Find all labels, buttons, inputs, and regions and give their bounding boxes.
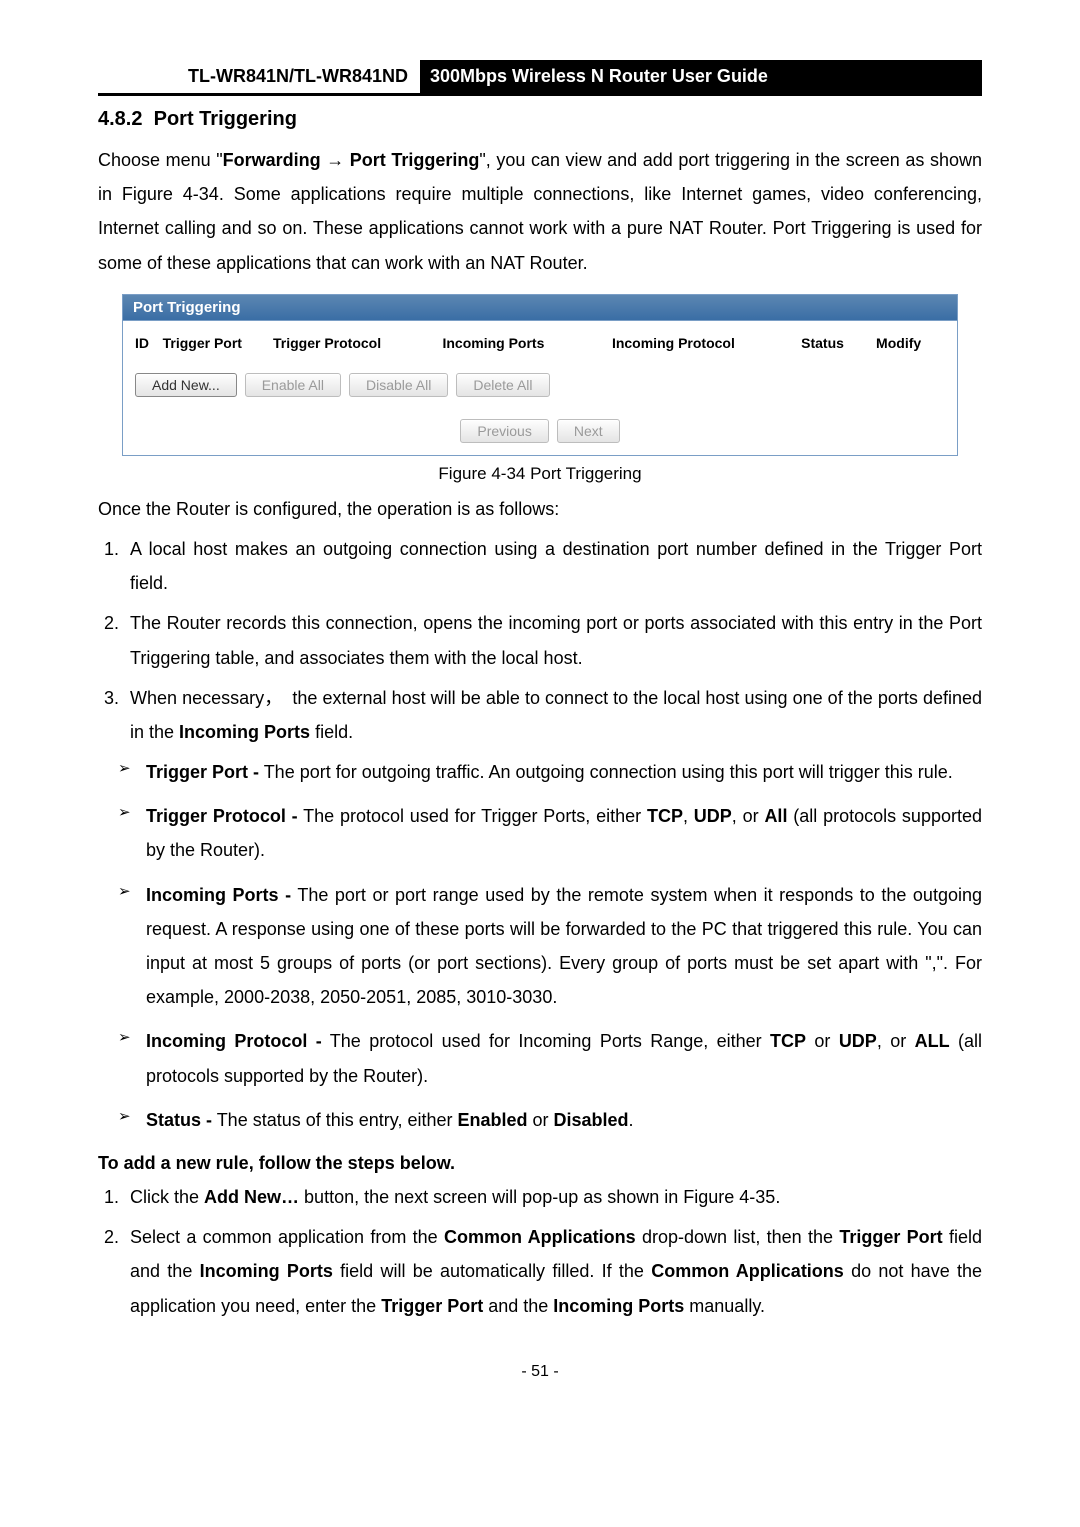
def-trigger-port: The port for outgoing traffic. An outgoi…: [259, 762, 953, 782]
add-new-button[interactable]: Add New...: [135, 373, 237, 397]
def-st-b2: Disabled: [554, 1110, 629, 1130]
term-incoming-protocol: Incoming Protocol -: [146, 1031, 322, 1051]
s1c: button, the next screen will pop-up as s…: [299, 1187, 780, 1207]
intro-paragraph: Choose menu "Forwarding → Port Triggerin…: [98, 143, 982, 280]
s2h: Common Applications: [651, 1261, 844, 1281]
col-trigger-port: Trigger Port: [163, 335, 271, 351]
def-st-c2: .: [629, 1110, 634, 1130]
s1a: Click the: [130, 1187, 204, 1207]
add-rule-steps: Click the Add New… button, the next scre…: [98, 1180, 982, 1323]
def-ip-b2: UDP: [839, 1031, 877, 1051]
s2k: and the: [483, 1296, 553, 1316]
section-heading: 4.8.2 Port Triggering: [98, 108, 982, 131]
list-item: Select a common application from the Com…: [124, 1220, 982, 1323]
def-tp-c1: ,: [683, 806, 694, 826]
s2m: manually.: [684, 1296, 765, 1316]
section-number: 4.8.2: [98, 108, 142, 130]
def-ip-b1: TCP: [770, 1031, 806, 1051]
list-item: Trigger Port - The port for outgoing tra…: [124, 755, 982, 789]
list-item: Click the Add New… button, the next scre…: [124, 1180, 982, 1214]
def-tp-b2: UDP: [694, 806, 732, 826]
s2j: Trigger Port: [381, 1296, 483, 1316]
def-st-a: The status of this entry, either: [212, 1110, 457, 1130]
def-ip-b3: ALL: [915, 1031, 950, 1051]
field-definitions: Trigger Port - The port for outgoing tra…: [98, 755, 982, 1137]
panel-pager-row: Previous Next: [135, 419, 945, 443]
list-item: A local host makes an outgoing connectio…: [124, 532, 982, 600]
header-model: TL-WR841N/TL-WR841ND: [98, 60, 420, 93]
arrow-icon: →: [321, 150, 350, 170]
s2d: Trigger Port: [839, 1227, 942, 1247]
panel-title: Port Triggering: [123, 295, 957, 321]
col-status: Status: [801, 335, 874, 351]
previous-button[interactable]: Previous: [460, 419, 548, 443]
col-trigger-protocol: Trigger Protocol: [273, 335, 440, 351]
list-item: Status - The status of this entry, eithe…: [124, 1103, 982, 1137]
panel-button-row: Add New... Enable All Disable All Delete…: [135, 373, 945, 397]
col-incoming-protocol: Incoming Protocol: [612, 335, 799, 351]
s1b: Add New…: [204, 1187, 299, 1207]
page-header: TL-WR841N/TL-WR841ND 300Mbps Wireless N …: [98, 60, 982, 96]
list-item: The Router records this connection, open…: [124, 606, 982, 674]
document-page: TL-WR841N/TL-WR841ND 300Mbps Wireless N …: [0, 0, 1080, 1421]
s2g: field will be automatically filled. If t…: [333, 1261, 651, 1281]
def-tp-b1: TCP: [647, 806, 683, 826]
def-tp-b3: All: [764, 806, 787, 826]
panel-body: ID Trigger Port Trigger Protocol Incomin…: [123, 321, 957, 455]
col-modify: Modify: [876, 335, 945, 351]
def-tp-c2: , or: [732, 806, 765, 826]
add-rule-heading: To add a new rule, follow the steps belo…: [98, 1153, 982, 1174]
def-ip-a: The protocol used for Incoming Ports Ran…: [322, 1031, 770, 1051]
s2l: Incoming Ports: [553, 1296, 684, 1316]
operation-steps-list: A local host makes an outgoing connectio…: [98, 532, 982, 749]
def-ip-c2: , or: [877, 1031, 915, 1051]
delete-all-button[interactable]: Delete All: [456, 373, 549, 397]
s2c: drop-down list, then the: [636, 1227, 840, 1247]
def-st-b1: Enabled: [457, 1110, 527, 1130]
s2a: Select a common application from the: [130, 1227, 444, 1247]
disable-all-button[interactable]: Disable All: [349, 373, 448, 397]
intro-bold-forwarding: Forwarding: [223, 150, 321, 170]
after-panel-text: Once the Router is configured, the opera…: [98, 492, 982, 526]
col-incoming-ports: Incoming Ports: [442, 335, 609, 351]
list-item: Incoming Protocol - The protocol used fo…: [124, 1024, 982, 1092]
def-tp-a: The protocol used for Trigger Ports, eit…: [298, 806, 647, 826]
col-id: ID: [135, 335, 161, 351]
term-trigger-port: Trigger Port -: [146, 762, 259, 782]
term-trigger-protocol: Trigger Protocol -: [146, 806, 298, 826]
intro-text: Choose menu ": [98, 150, 223, 170]
page-number: - 51 -: [98, 1363, 982, 1381]
table-header-row: ID Trigger Port Trigger Protocol Incomin…: [135, 335, 945, 351]
figure-caption: Figure 4-34 Port Triggering: [98, 464, 982, 484]
list-item: When necessary， the external host will b…: [124, 681, 982, 749]
intro-bold-porttrigger: Port Triggering: [350, 150, 480, 170]
list-item: Trigger Protocol - The protocol used for…: [124, 799, 982, 867]
header-guide: 300Mbps Wireless N Router User Guide: [420, 60, 982, 93]
list-item: Incoming Ports - The port or port range …: [124, 878, 982, 1015]
step3-bold: Incoming Ports: [179, 722, 310, 742]
term-status: Status -: [146, 1110, 212, 1130]
section-title-text: Port Triggering: [154, 108, 297, 130]
s2b: Common Applications: [444, 1227, 636, 1247]
port-triggering-panel: Port Triggering ID Trigger Port Trigger …: [122, 294, 958, 456]
def-st-c1: or: [527, 1110, 553, 1130]
step3-text-b: field.: [310, 722, 353, 742]
def-ip-c1: or: [806, 1031, 839, 1051]
enable-all-button[interactable]: Enable All: [245, 373, 341, 397]
next-button[interactable]: Next: [557, 419, 620, 443]
term-incoming-ports: Incoming Ports -: [146, 885, 291, 905]
s2f: Incoming Ports: [200, 1261, 333, 1281]
